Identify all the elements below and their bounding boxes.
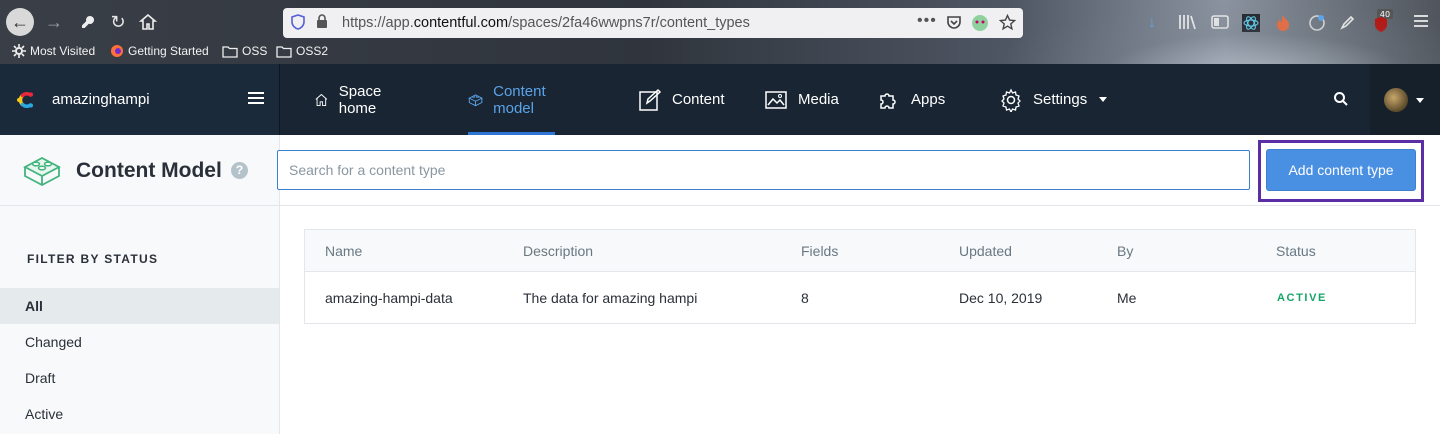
url-bar[interactable]: https://app.contentful.com/spaces/2fa46w… <box>283 8 1023 38</box>
image-icon <box>765 90 787 109</box>
url-text: https://app.contentful.com/spaces/2fa46w… <box>342 15 750 31</box>
filter-title: FILTER BY STATUS <box>27 252 159 266</box>
pen-icon <box>639 88 662 111</box>
nav-label: Content <box>672 91 725 108</box>
filter-draft[interactable]: Draft <box>0 360 279 396</box>
gear-icon <box>12 44 26 58</box>
column-header-description: Description <box>523 243 594 259</box>
hamburger-icon[interactable] <box>248 92 264 106</box>
content-type-search-input[interactable] <box>277 150 1250 190</box>
page-header: Content Model ? Add content type <box>0 135 1440 206</box>
puzzle-icon <box>880 92 896 109</box>
menu-icon[interactable] <box>1413 14 1429 33</box>
bookmark-oss[interactable]: OSS <box>222 44 267 58</box>
nav-space-home[interactable]: Space home <box>314 64 391 135</box>
pocket-icon[interactable] <box>946 14 962 33</box>
cell-description: The data for amazing hampi <box>523 290 698 306</box>
bookmark-getting-started[interactable]: Getting Started <box>110 44 209 58</box>
home-button[interactable] <box>134 8 162 36</box>
nav-settings[interactable]: Settings <box>999 64 1108 135</box>
page-title: Content Model <box>76 159 222 182</box>
content-types-table: Name Description Fields Updated By Statu… <box>304 229 1416 324</box>
column-header-fields: Fields <box>801 243 839 259</box>
gear-icon <box>1001 88 1021 112</box>
nav-content[interactable]: Content <box>638 64 725 135</box>
filter-all[interactable]: All <box>0 288 279 324</box>
cell-by: Me <box>1117 290 1137 306</box>
eyedropper-icon[interactable] <box>1340 14 1356 35</box>
account-menu[interactable] <box>1370 64 1440 135</box>
download-icon[interactable]: ↓ <box>1148 14 1156 32</box>
sidebar-toggle-icon[interactable] <box>1211 14 1229 35</box>
flame-icon[interactable] <box>1275 14 1291 37</box>
filter-changed[interactable]: Changed <box>0 324 279 360</box>
avatar <box>1384 88 1408 112</box>
table-row[interactable]: amazing-hampi-data The data for amazing … <box>305 272 1415 323</box>
ublock-icon[interactable]: 40 <box>1373 9 1393 38</box>
firefox-icon <box>111 45 123 57</box>
lock-icon[interactable] <box>316 14 328 32</box>
column-header-updated[interactable]: Updated <box>959 243 1012 259</box>
column-header-status: Status <box>1276 243 1316 259</box>
content-model-icon <box>468 93 483 106</box>
bookmark-label: Most Visited <box>30 44 96 58</box>
nav-media[interactable]: Media <box>764 64 839 135</box>
filter-active[interactable]: Active <box>0 396 279 432</box>
bookmark-label: OSS <box>242 44 268 58</box>
column-header-name[interactable]: Name <box>325 243 362 259</box>
nav-label: Apps <box>911 91 946 108</box>
content-model-icon <box>23 156 61 187</box>
extension-face-icon[interactable] <box>971 14 989 35</box>
nav-content-model[interactable]: Content model <box>468 64 555 135</box>
nav-label: Content model <box>493 82 546 117</box>
nav-label: Media <box>798 91 839 108</box>
home-icon <box>315 93 328 106</box>
cell-fields: 8 <box>801 290 809 306</box>
column-header-by: By <box>1117 243 1134 259</box>
contentful-logo-icon <box>17 91 33 109</box>
space-switcher[interactable]: amazinghampi <box>0 64 280 135</box>
wrench-icon[interactable] <box>74 8 102 36</box>
bookmark-label: Getting Started <box>128 44 209 58</box>
search-icon[interactable] <box>1333 91 1349 107</box>
status-badge: ACTIVE <box>1277 292 1327 304</box>
more-icon[interactable]: ••• <box>917 12 937 30</box>
nav-apps[interactable]: Apps <box>877 64 945 135</box>
help-icon[interactable]: ? <box>231 162 248 179</box>
back-button[interactable]: ← <box>6 8 34 36</box>
folder-icon <box>276 45 292 58</box>
page-title-area: Content Model ? <box>0 135 280 205</box>
nav-label: Space home <box>338 82 382 117</box>
cell-updated: Dec 10, 2019 <box>959 290 1043 306</box>
browser-toolbar: ← → ↻ https://app.contentful.com/spaces/… <box>0 4 1440 40</box>
space-name: amazinghampi <box>52 91 150 108</box>
chevron-down-icon <box>1416 98 1424 103</box>
bookmark-label: OSS2 <box>296 44 329 58</box>
cell-name[interactable]: amazing-hampi-data <box>325 290 453 306</box>
extension-dot-icon[interactable] <box>1308 14 1326 37</box>
browser-chrome: ← → ↻ https://app.contentful.com/spaces/… <box>0 0 1440 64</box>
shield-icon[interactable] <box>291 14 305 33</box>
forward-button[interactable]: → <box>40 8 68 36</box>
table-header: Name Description Fields Updated By Statu… <box>305 230 1415 272</box>
filter-sidebar: FILTER BY STATUS All Changed Draft Activ… <box>0 206 280 434</box>
add-content-type-button[interactable]: Add content type <box>1266 149 1416 191</box>
star-icon[interactable] <box>998 13 1017 34</box>
bookmark-oss2[interactable]: OSS2 <box>276 44 328 58</box>
library-icon[interactable] <box>1178 14 1196 35</box>
chevron-down-icon <box>1099 97 1108 102</box>
bookmarks-bar: Most Visited Getting Started OSS OSS2 <box>0 42 1440 62</box>
folder-icon <box>222 45 238 58</box>
bookmark-most-visited[interactable]: Most Visited <box>12 44 95 58</box>
react-devtools-icon[interactable] <box>1242 14 1260 37</box>
nav-label: Settings <box>1033 91 1088 108</box>
reload-button[interactable]: ↻ <box>104 8 132 36</box>
app-header: amazinghampi Space home Content model Co… <box>0 64 1440 135</box>
